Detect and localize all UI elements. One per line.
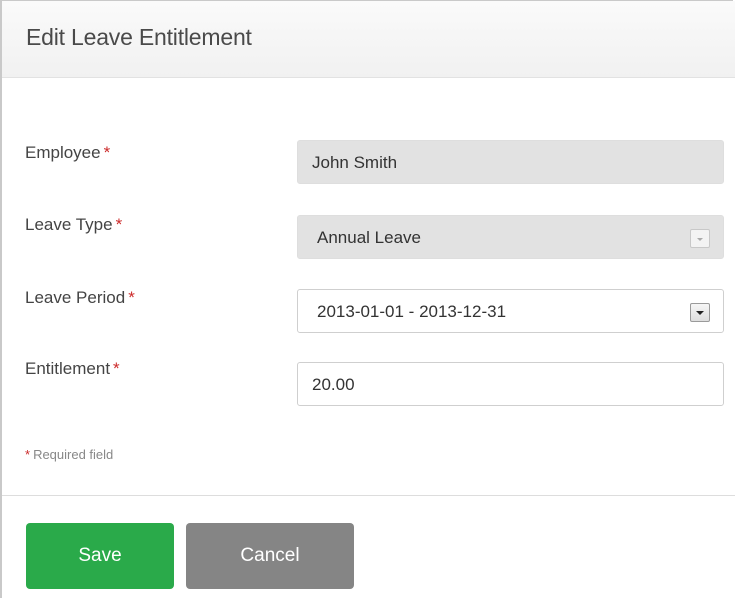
leave-type-select: Annual Leave <box>297 215 724 259</box>
required-star: * <box>128 288 135 307</box>
leave-type-label-row: Leave Type * <box>25 215 122 235</box>
dialog-title: Edit Leave Entitlement <box>26 24 252 50</box>
required-field-note: * Required field <box>25 447 113 462</box>
save-button[interactable]: Save <box>26 523 174 589</box>
leave-period-select[interactable]: 2013-01-01 - 2013-12-31 <box>297 289 724 333</box>
required-star: * <box>25 447 31 462</box>
cancel-button[interactable]: Cancel <box>186 523 354 589</box>
entitlement-label: Entitlement <box>25 359 111 378</box>
employee-label: Employee <box>25 143 101 162</box>
leave-type-value: Annual Leave <box>317 228 421 247</box>
entitlement-label-row: Entitlement * <box>25 359 120 379</box>
required-note-text: Required field <box>33 447 114 462</box>
chevron-down-icon <box>690 229 710 248</box>
leave-period-value: 2013-01-01 - 2013-12-31 <box>317 302 507 321</box>
leave-period-label-row: Leave Period * <box>25 288 135 308</box>
leave-type-label: Leave Type <box>25 215 113 234</box>
edit-leave-entitlement-dialog: Edit Leave Entitlement Employee * John Sm… <box>0 0 735 598</box>
chevron-down-icon[interactable] <box>690 303 710 322</box>
entitlement-value: 20.00 <box>312 375 355 394</box>
employee-field: John Smith <box>297 140 724 184</box>
dialog-header: Edit Leave Entitlement <box>2 1 735 78</box>
employee-value: John Smith <box>312 153 398 172</box>
leave-period-label: Leave Period <box>25 288 126 307</box>
required-star: * <box>113 359 120 378</box>
required-star: * <box>103 143 111 162</box>
employee-label-row: Employee * <box>25 143 110 163</box>
required-star: * <box>115 215 123 234</box>
entitlement-input[interactable]: 20.00 <box>297 362 724 406</box>
divider <box>2 495 735 496</box>
